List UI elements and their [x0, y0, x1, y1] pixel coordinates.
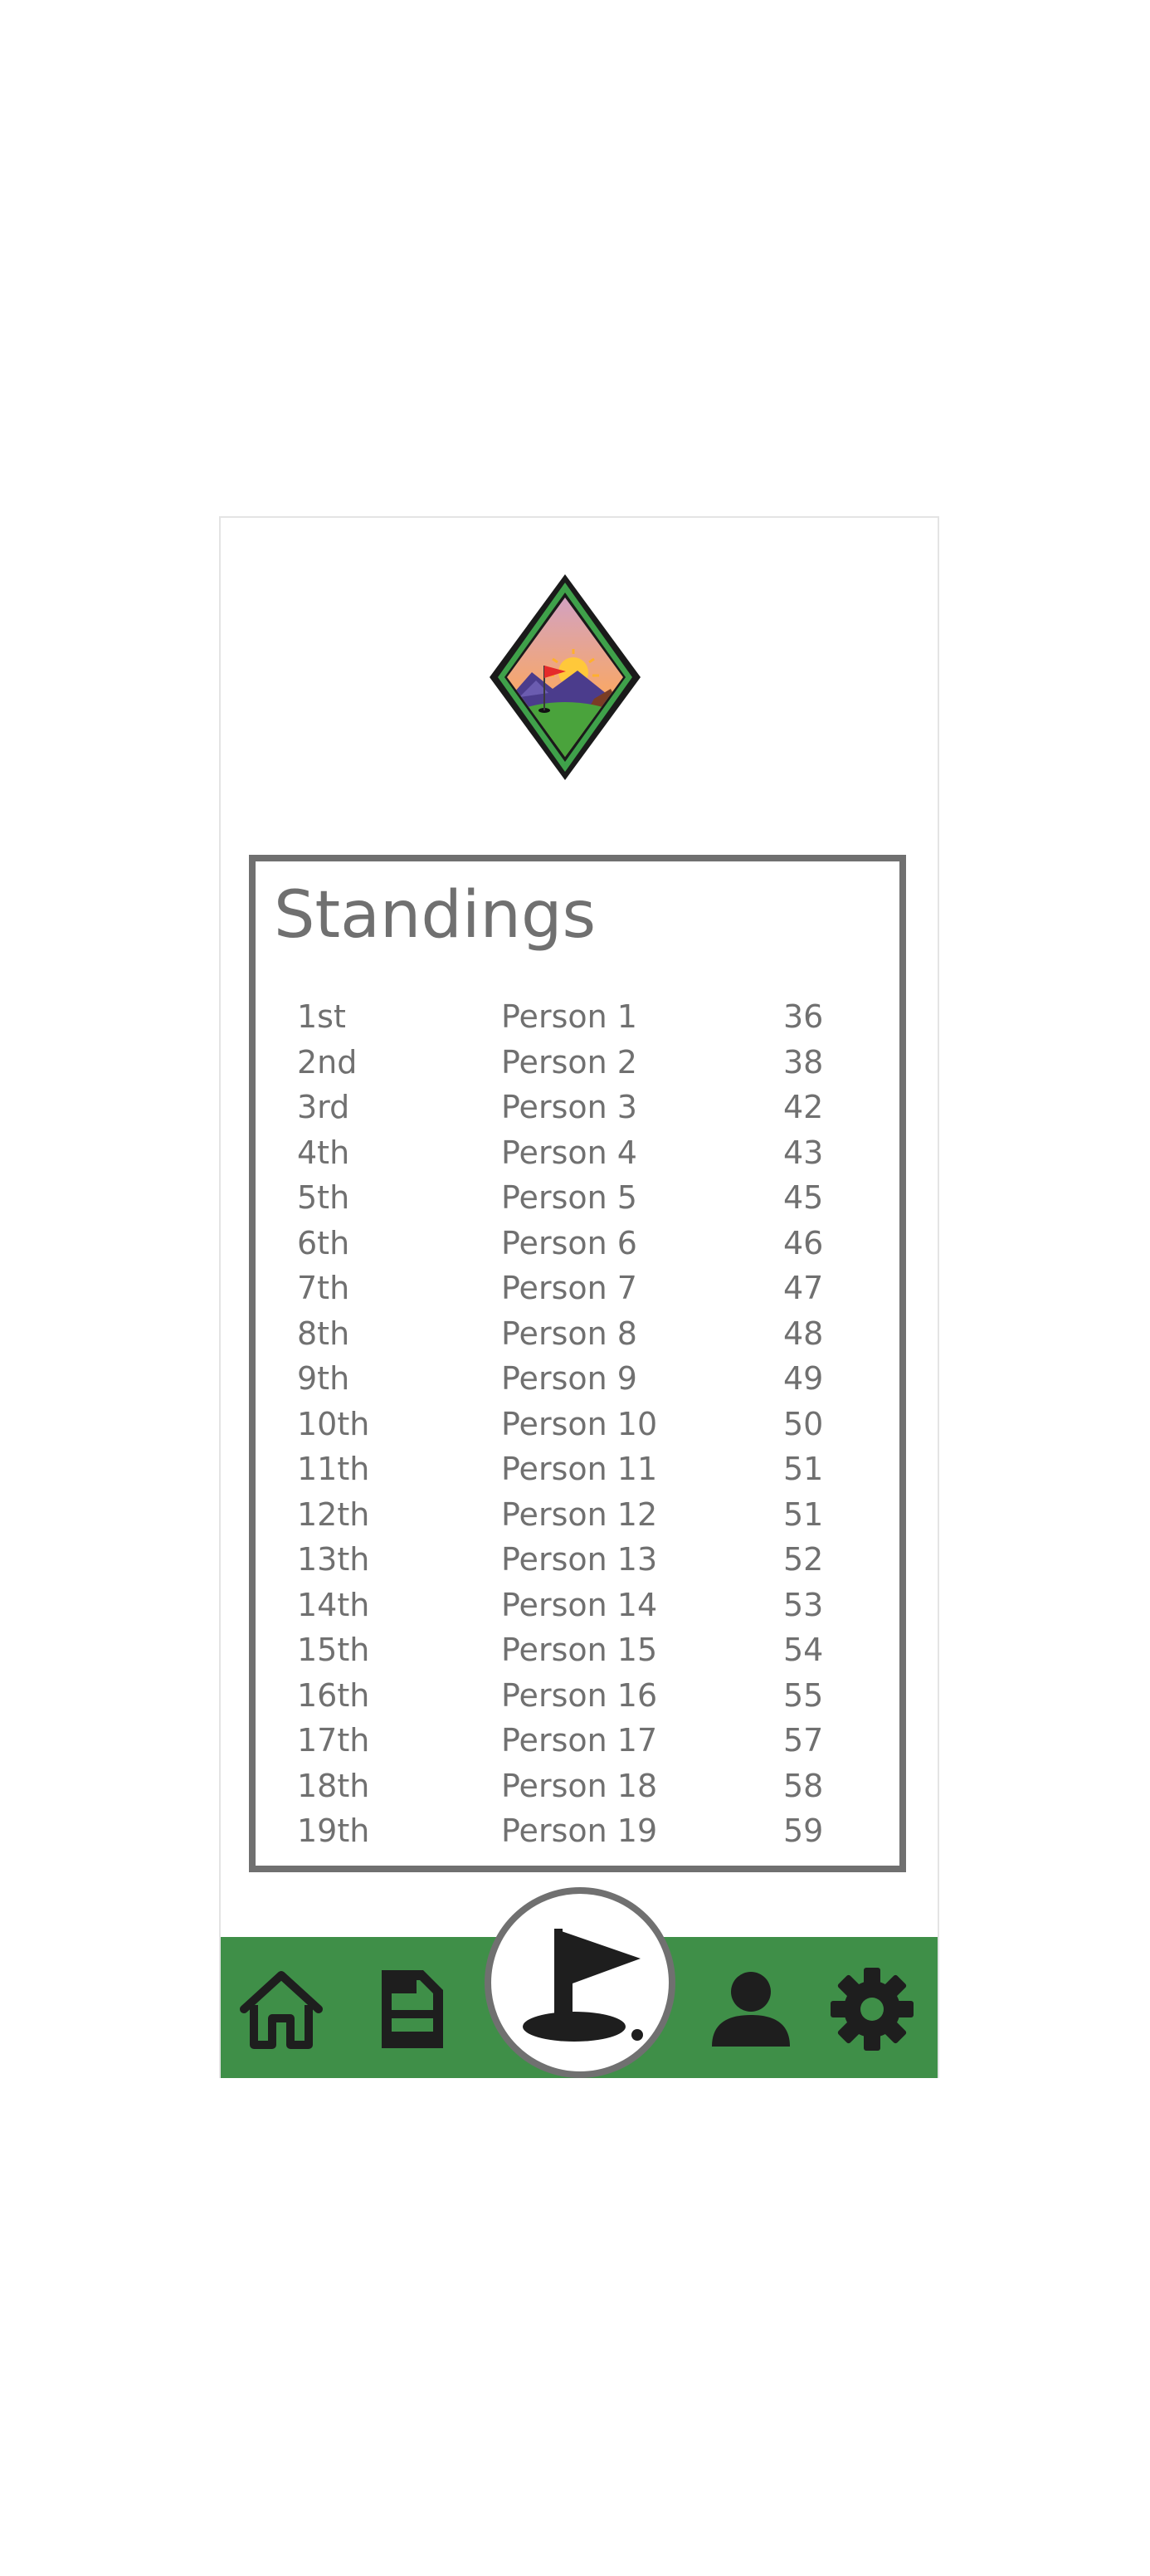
- standings-row: 2nd Person 2 38: [297, 1040, 878, 1086]
- standings-title: Standings: [274, 878, 597, 953]
- player-name: Person 16: [501, 1676, 658, 1714]
- standings-row: 16th Person 16 55: [297, 1673, 878, 1719]
- player-name: Person 1: [501, 998, 637, 1035]
- standings-row: 6th Person 6 46: [297, 1221, 878, 1266]
- player-name: Person 9: [501, 1360, 637, 1397]
- player-score: 53: [783, 1586, 824, 1623]
- standings-row: 11th Person 11 51: [297, 1447, 878, 1492]
- rank-label: 18th: [297, 1767, 370, 1804]
- standings-row: 4th Person 4 43: [297, 1130, 878, 1176]
- standings-row: 1st Person 1 36: [297, 994, 878, 1040]
- player-score: 51: [783, 1451, 824, 1487]
- player-score: 38: [783, 1043, 824, 1081]
- rank-label: 15th: [297, 1632, 370, 1668]
- standings-row: 3rd Person 3 42: [297, 1085, 878, 1130]
- standings-row: 12th Person 12 51: [297, 1492, 878, 1538]
- player-score: 36: [783, 998, 824, 1035]
- player-name: Person 13: [501, 1541, 658, 1578]
- player-score: 43: [783, 1134, 824, 1171]
- player-name: Person 19: [501, 1812, 658, 1849]
- standings-list: 1st Person 1 36 2nd Person 2 38 3rd Person 3 42 4…: [297, 994, 878, 1854]
- home-icon[interactable]: [236, 1964, 327, 2055]
- player-score: 50: [783, 1405, 824, 1442]
- standings-row: 8th Person 8 48: [297, 1311, 878, 1357]
- rank-label: 6th: [297, 1224, 350, 1261]
- player-score: 49: [783, 1360, 824, 1397]
- player-name: Person 18: [501, 1767, 658, 1804]
- rank-label: 5th: [297, 1179, 350, 1216]
- standings-row: 9th Person 9 49: [297, 1356, 878, 1402]
- player-score: 48: [783, 1315, 824, 1352]
- player-name: Person 12: [501, 1495, 658, 1533]
- golf-flag-button[interactable]: [485, 1887, 675, 2078]
- rank-label: 3rd: [297, 1089, 350, 1125]
- course-logo: [486, 573, 644, 782]
- golf-flag-icon: [523, 1929, 643, 2042]
- player-score: 54: [783, 1632, 824, 1668]
- gear-icon[interactable]: [826, 1964, 918, 2055]
- standings-row: 13th Person 13 52: [297, 1537, 878, 1583]
- player-score: 51: [783, 1495, 824, 1533]
- person-icon[interactable]: [705, 1964, 797, 2055]
- player-name: Person 7: [501, 1270, 637, 1306]
- player-name: Person 8: [501, 1315, 637, 1352]
- standings-row: 5th Person 5 45: [297, 1175, 878, 1221]
- standings-row: 15th Person 15 54: [297, 1627, 878, 1673]
- player-score: 42: [783, 1089, 824, 1125]
- player-score: 59: [783, 1812, 824, 1849]
- standings-row: 10th Person 10 50: [297, 1402, 878, 1447]
- rank-label: 14th: [297, 1586, 370, 1623]
- rank-label: 19th: [297, 1812, 370, 1849]
- player-name: Person 14: [501, 1586, 658, 1623]
- rank-label: 11th: [297, 1451, 370, 1487]
- rank-label: 16th: [297, 1676, 370, 1714]
- standings-row: 7th Person 7 47: [297, 1266, 878, 1311]
- standings-row: 19th Person 19 59: [297, 1808, 878, 1854]
- rank-label: 9th: [297, 1360, 350, 1397]
- standings-row: 17th Person 17 57: [297, 1718, 878, 1764]
- player-score: 57: [783, 1722, 824, 1759]
- standings-card: Standings 1st Person 1 36 2nd Person 2 38 3rd P…: [249, 855, 906, 1872]
- document-icon[interactable]: [365, 1964, 456, 2055]
- player-name: Person 10: [501, 1405, 658, 1442]
- rank-label: 12th: [297, 1495, 370, 1533]
- player-name: Person 2: [501, 1043, 637, 1081]
- player-name: Person 5: [501, 1179, 637, 1216]
- player-score: 52: [783, 1541, 824, 1578]
- player-score: 55: [783, 1676, 824, 1714]
- player-name: Person 17: [501, 1722, 658, 1759]
- player-name: Person 4: [501, 1134, 637, 1171]
- rank-label: 7th: [297, 1270, 350, 1306]
- standings-row: 18th Person 18 58: [297, 1764, 878, 1809]
- rank-label: 4th: [297, 1134, 350, 1171]
- app-screen: Standings 1st Person 1 36 2nd Person 2 38 3rd P…: [219, 516, 939, 2078]
- rank-label: 8th: [297, 1315, 350, 1352]
- standings-row: 14th Person 14 53: [297, 1583, 878, 1628]
- player-name: Person 11: [501, 1451, 658, 1487]
- rank-label: 1st: [297, 998, 346, 1035]
- rank-label: 2nd: [297, 1043, 358, 1081]
- player-score: 45: [783, 1179, 824, 1216]
- player-name: Person 6: [501, 1224, 637, 1261]
- player-score: 58: [783, 1767, 824, 1804]
- rank-label: 17th: [297, 1722, 370, 1759]
- player-score: 46: [783, 1224, 824, 1261]
- player-name: Person 3: [501, 1089, 637, 1125]
- rank-label: 13th: [297, 1541, 370, 1578]
- player-name: Person 15: [501, 1632, 658, 1668]
- player-score: 47: [783, 1270, 824, 1306]
- rank-label: 10th: [297, 1405, 370, 1442]
